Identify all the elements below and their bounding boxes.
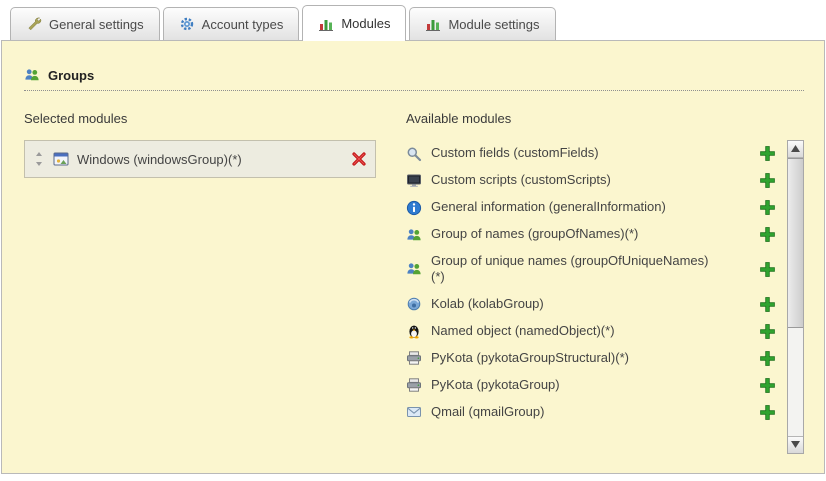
module-label: Custom fields (customFields) — [431, 145, 717, 161]
mail-icon — [406, 404, 422, 420]
red-x-icon — [351, 151, 367, 167]
content-panel: Groups Selected modules Windows (windows… — [1, 40, 825, 474]
plus-icon — [759, 172, 776, 189]
wrench-icon — [26, 16, 42, 32]
tab-general-settings[interactable]: General settings — [10, 7, 160, 40]
plus-icon — [759, 145, 776, 162]
add-module-button[interactable] — [759, 261, 776, 278]
selected-modules-box: Windows (windowsGroup)(*) — [24, 140, 376, 178]
available-modules-column: Available modules Custom fields (customF… — [406, 91, 804, 454]
add-module-button[interactable] — [759, 296, 776, 313]
tab-module-settings[interactable]: Module settings — [409, 7, 555, 40]
add-module-button[interactable] — [759, 226, 776, 243]
scrollbar-thumb[interactable] — [788, 158, 803, 328]
available-module-row: PyKota (pykotaGroupStructural)(*) — [406, 345, 776, 372]
module-label: Custom scripts (customScripts) — [431, 172, 717, 188]
arrow-down-icon — [791, 441, 800, 448]
modules-columns: Selected modules Windows (windowsGroup)(… — [24, 91, 804, 454]
tab-label: Module settings — [448, 17, 539, 32]
group-icon — [406, 261, 422, 277]
gear-icon — [179, 16, 195, 32]
add-module-button[interactable] — [759, 377, 776, 394]
tab-account-types[interactable]: Account types — [163, 7, 300, 40]
tab-label: Account types — [202, 17, 284, 32]
scrollbar-track[interactable] — [788, 158, 803, 436]
available-module-row: PyKota (pykotaGroup) — [406, 372, 776, 399]
module-label: Group of names (groupOfNames)(*) — [431, 226, 717, 242]
available-module-row: Custom fields (customFields) — [406, 140, 776, 167]
window-image-icon — [53, 151, 69, 167]
bar-chart-icon — [318, 16, 334, 32]
screen-icon — [406, 173, 422, 189]
plus-icon — [759, 323, 776, 340]
module-label: Kolab (kolabGroup) — [431, 296, 717, 312]
plus-icon — [759, 261, 776, 278]
available-module-row: General information (generalInformation) — [406, 194, 776, 221]
selected-module-row: Windows (windowsGroup)(*) — [33, 151, 367, 167]
add-module-button[interactable] — [759, 199, 776, 216]
group-icon — [406, 227, 422, 243]
plus-icon — [759, 377, 776, 394]
available-modules-list: Custom fields (customFields) Custom scri… — [406, 140, 804, 454]
available-module-row: Named object (namedObject)(*) — [406, 318, 776, 345]
printer-icon — [406, 350, 422, 366]
add-module-button[interactable] — [759, 323, 776, 340]
scrollbar-down-button[interactable] — [788, 436, 803, 453]
bar-chart-icon — [425, 16, 441, 32]
module-label: Group of unique names (groupOfUniqueName… — [431, 253, 717, 286]
plus-icon — [759, 404, 776, 421]
plus-icon — [759, 226, 776, 243]
drag-handle-icon[interactable] — [33, 151, 45, 167]
lam-configuration-page: General settings Account types Modules M… — [0, 0, 826, 481]
section-title: Groups — [48, 68, 94, 83]
add-module-button[interactable] — [759, 404, 776, 421]
groups-icon — [24, 67, 40, 83]
selected-modules-column: Selected modules Windows (windowsGroup)(… — [24, 91, 406, 454]
available-module-row: Group of unique names (groupOfUniqueName… — [406, 248, 776, 291]
kolab-icon — [406, 296, 422, 312]
module-label: PyKota (pykotaGroup) — [431, 377, 717, 393]
info-icon — [406, 200, 422, 216]
scrollbar-up-button[interactable] — [788, 141, 803, 158]
available-module-row: Custom scripts (customScripts) — [406, 167, 776, 194]
tab-label: Modules — [341, 16, 390, 31]
available-modules-rows: Custom fields (customFields) Custom scri… — [406, 140, 780, 454]
available-module-row: Qmail (qmailGroup) — [406, 399, 776, 426]
available-module-row: Group of names (groupOfNames)(*) — [406, 221, 776, 248]
plus-icon — [759, 296, 776, 313]
module-label: Qmail (qmailGroup) — [431, 404, 717, 420]
plus-icon — [759, 199, 776, 216]
tab-label: General settings — [49, 17, 144, 32]
groups-section-header: Groups — [24, 67, 804, 91]
module-label: Named object (namedObject)(*) — [431, 323, 717, 339]
arrow-up-icon — [791, 145, 800, 152]
printer-icon — [406, 377, 422, 393]
magnifier-icon — [406, 146, 422, 162]
plus-icon — [759, 350, 776, 367]
module-label: PyKota (pykotaGroupStructural)(*) — [431, 350, 717, 366]
remove-module-button[interactable] — [351, 151, 367, 167]
tab-bar: General settings Account types Modules M… — [0, 0, 826, 40]
selected-modules-title: Selected modules — [24, 111, 406, 126]
module-label: General information (generalInformation) — [431, 199, 717, 215]
add-module-button[interactable] — [759, 172, 776, 189]
available-modules-title: Available modules — [406, 111, 804, 126]
penguin-icon — [406, 323, 422, 339]
selected-module-label: Windows (windowsGroup)(*) — [77, 152, 343, 167]
tab-modules[interactable]: Modules — [302, 5, 406, 41]
add-module-button[interactable] — [759, 350, 776, 367]
available-module-row: Kolab (kolabGroup) — [406, 291, 776, 318]
add-module-button[interactable] — [759, 145, 776, 162]
vertical-scrollbar[interactable] — [787, 140, 804, 454]
